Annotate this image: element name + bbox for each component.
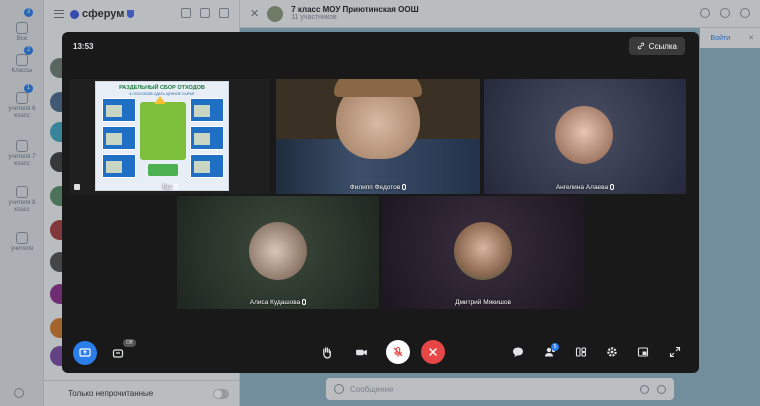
settings-button[interactable] [605, 345, 619, 359]
shared-poster: РАЗДЕЛЬНЫЙ СБОР ОТХОДОВ 6 СПОСОБОВ СДАТЬ… [95, 81, 229, 191]
video-call-window: 13:53 Ссылка РАЗДЕЛЬНЫЙ СБОР ОТХОДОВ 6 С… [62, 32, 699, 373]
mic-off-icon [302, 299, 307, 305]
video-tile-participant[interactable]: Филипп Федотов [276, 79, 480, 194]
camera-button[interactable] [354, 345, 368, 359]
poster-panel [102, 126, 136, 150]
effects-icon [112, 349, 124, 358]
effects-badge: Off [123, 339, 136, 347]
hand-icon [322, 346, 331, 359]
mic-off-icon [173, 184, 178, 190]
poster-arrow [154, 96, 166, 104]
video-tile-self[interactable]: РАЗДЕЛЬНЫЙ СБОР ОТХОДОВ 6 СПОСОБОВ СДАТЬ… [70, 79, 270, 194]
tile-name: Дмитрий Мякишов [382, 299, 584, 306]
participant-name: Дмитрий Мякишов [455, 299, 511, 306]
chat-button[interactable] [511, 345, 525, 359]
end-call-button[interactable] [421, 340, 445, 364]
copy-link-button[interactable]: Ссылка [628, 37, 685, 55]
picture-in-picture-icon [637, 347, 649, 357]
poster-center-graphic [140, 102, 186, 160]
poster-panel [190, 98, 224, 122]
poster-panel [102, 98, 136, 122]
participant-avatar [249, 222, 307, 280]
camera-icon [355, 349, 367, 355]
video-tile-participant[interactable]: Алиса Кудашова [177, 196, 379, 309]
participant-name: Алиса Кудашова [249, 299, 301, 306]
screen-share-button[interactable] [73, 341, 97, 365]
tile-name: Алиса Кудашова [177, 299, 379, 306]
call-timer: 13:53 [73, 42, 94, 51]
poster-panel [102, 154, 136, 178]
layout-button[interactable] [574, 345, 588, 359]
chat-bubble-icon [513, 347, 523, 357]
microphone-off-icon [393, 346, 403, 357]
video-tile-participant[interactable]: Дмитрий Мякишов [382, 196, 584, 309]
expand-icon [669, 346, 681, 358]
participant-avatar [454, 222, 512, 280]
participant-avatar [555, 106, 613, 164]
minimize-button[interactable] [636, 345, 650, 359]
link-label: Ссылка [648, 41, 677, 51]
poster-panel [190, 154, 224, 178]
effects-button[interactable] [111, 346, 125, 360]
tile-name: Филипп Федотов [276, 184, 480, 191]
poster-title: РАЗДЕЛЬНЫЙ СБОР ОТХОДОВ [119, 85, 205, 91]
poster-bins [148, 164, 178, 176]
fullscreen-button[interactable] [668, 345, 682, 359]
mic-off-icon [610, 184, 615, 190]
screen-share-icon [79, 348, 91, 357]
participants-count-badge: 5 [551, 343, 559, 351]
participant-name: Ангелина Алаева [555, 184, 609, 191]
participant-name: Филипп Федотов [349, 184, 401, 191]
tile-name: Вы [70, 184, 270, 191]
video-tile-participant[interactable]: Ангелина Алаева [484, 79, 686, 194]
poster-panel [190, 126, 224, 150]
close-icon [429, 348, 437, 356]
grid-layout-icon [575, 347, 587, 357]
participant-name: Вы [162, 184, 172, 191]
link-icon [637, 42, 644, 50]
participant-hair [334, 79, 422, 97]
gear-icon [607, 347, 617, 357]
mic-off-icon [402, 184, 407, 190]
raise-hand-button[interactable] [319, 345, 333, 359]
tile-name: Ангелина Алаева [484, 184, 686, 191]
microphone-button[interactable] [386, 340, 410, 364]
